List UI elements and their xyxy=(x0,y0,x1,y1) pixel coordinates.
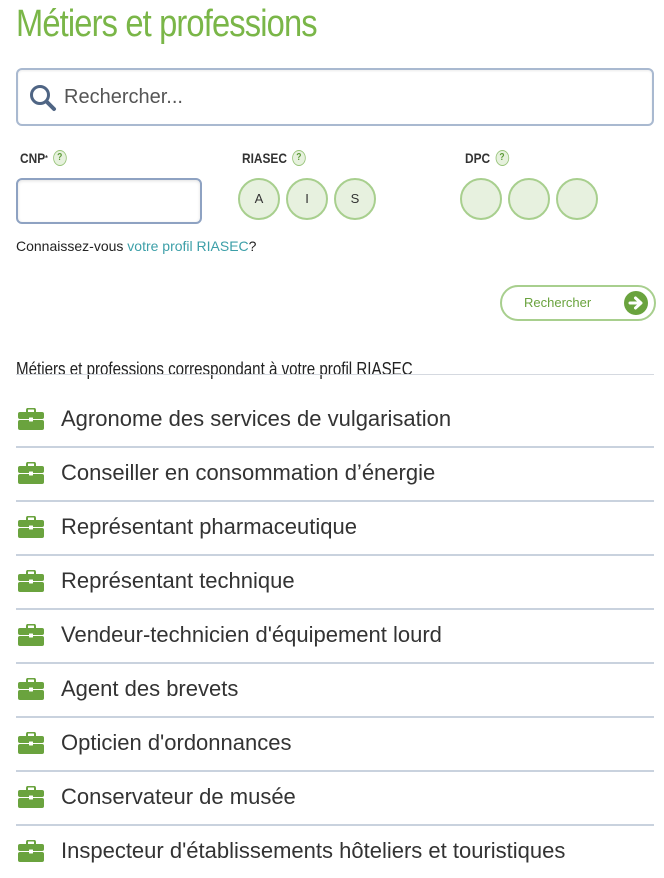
search-input[interactable] xyxy=(64,79,634,115)
dpc-option-3[interactable] xyxy=(556,178,598,220)
riasec-help-icon[interactable]: ? xyxy=(292,150,306,166)
search-icon xyxy=(30,85,56,111)
riasec-prompt: Connaissez-vous votre profil RIASEC? xyxy=(16,238,256,254)
riasec-option-s[interactable]: S xyxy=(334,178,376,220)
briefcase-icon xyxy=(18,570,44,592)
cnp-label: CNP * ? xyxy=(20,150,67,166)
result-item[interactable]: Représentant pharmaceutique xyxy=(16,502,654,556)
briefcase-icon xyxy=(18,624,44,646)
result-item[interactable]: Inspecteur d'établissements hôteliers et… xyxy=(16,826,654,878)
results-divider xyxy=(16,374,654,375)
result-label: Représentant pharmaceutique xyxy=(61,514,357,539)
result-item[interactable]: Représentant technique xyxy=(16,556,654,610)
submit-search-button[interactable]: Rechercher xyxy=(500,285,656,321)
page-title: Métiers et professions xyxy=(16,3,318,45)
result-label: Agronome des services de vulgarisation xyxy=(61,406,452,431)
arrow-right-circle-icon xyxy=(624,291,648,315)
briefcase-icon xyxy=(18,462,44,484)
dpc-option-1[interactable] xyxy=(460,178,502,220)
briefcase-icon xyxy=(18,408,44,430)
result-item[interactable]: Agronome des services de vulgarisation xyxy=(16,394,654,448)
result-label: Représentant technique xyxy=(61,568,295,593)
riasec-option-i[interactable]: I xyxy=(286,178,328,220)
briefcase-icon xyxy=(18,678,44,700)
dpc-label-text: DPC xyxy=(465,150,491,166)
dpc-help-icon[interactable]: ? xyxy=(495,150,509,166)
briefcase-icon xyxy=(18,786,44,808)
result-item[interactable]: Agent des brevets xyxy=(16,664,654,718)
result-label: Vendeur-technicien d'équipement lourd xyxy=(61,622,442,647)
cnp-help-icon[interactable]: ? xyxy=(52,150,67,166)
riasec-label: RIASEC ? xyxy=(242,150,306,166)
results-heading: Métiers et professions correspondant à v… xyxy=(16,358,413,379)
riasec-prompt-prefix: Connaissez-vous xyxy=(16,238,128,254)
riasec-profile-link[interactable]: votre profil RIASEC xyxy=(127,238,248,254)
briefcase-icon xyxy=(18,732,44,754)
result-label: Agent des brevets xyxy=(61,676,239,701)
result-label: Inspecteur d'établissements hôteliers et… xyxy=(61,838,566,863)
dpc-option-2[interactable] xyxy=(508,178,550,220)
cnp-input[interactable] xyxy=(16,178,202,224)
result-item[interactable]: Vendeur-technicien d'équipement lourd xyxy=(16,610,654,664)
briefcase-icon xyxy=(18,516,44,538)
submit-label: Rechercher xyxy=(524,295,592,310)
riasec-label-text: RIASEC xyxy=(242,150,287,166)
search-box[interactable] xyxy=(16,68,654,126)
result-item[interactable]: Conseiller en consommation d’énergie xyxy=(16,448,654,502)
result-label: Opticien d'ordonnances xyxy=(61,730,292,755)
result-item[interactable]: Opticien d'ordonnances xyxy=(16,718,654,772)
cnp-required-marker: * xyxy=(45,153,48,163)
dpc-label: DPC ? xyxy=(465,150,509,166)
results-list: Agronome des services de vulgarisation C… xyxy=(16,394,654,878)
result-item[interactable]: Conservateur de musée xyxy=(16,772,654,826)
result-label: Conseiller en consommation d’énergie xyxy=(61,460,436,485)
riasec-prompt-suffix: ? xyxy=(248,238,257,254)
briefcase-icon xyxy=(18,840,44,862)
riasec-option-a[interactable]: A xyxy=(238,178,280,220)
cnp-label-text: CNP xyxy=(20,150,46,166)
result-label: Conservateur de musée xyxy=(61,784,296,809)
